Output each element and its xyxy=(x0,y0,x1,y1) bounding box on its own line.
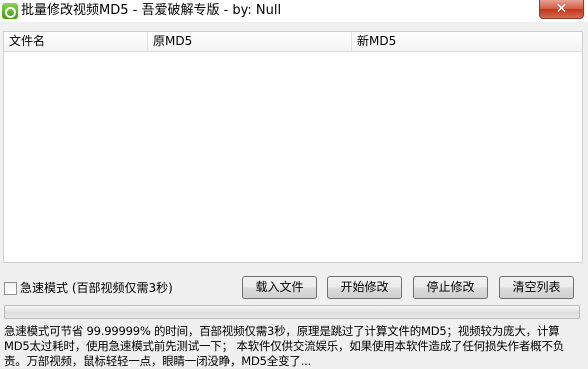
app-window: 批量修改视频MD5 - 吾爱破解专版 - by: Null ✕ 文件名 原MD5… xyxy=(0,0,588,369)
file-list[interactable]: 文件名 原MD5 新MD5 xyxy=(3,31,583,263)
list-body[interactable] xyxy=(4,52,582,262)
column-header-original-md5[interactable]: 原MD5 xyxy=(148,32,352,51)
progress-bar xyxy=(4,305,580,319)
load-files-button[interactable]: 载入文件 xyxy=(242,276,317,299)
list-header: 文件名 原MD5 新MD5 xyxy=(4,32,582,52)
start-modify-button[interactable]: 开始修改 xyxy=(327,276,402,299)
column-header-filename[interactable]: 文件名 xyxy=(4,32,148,51)
close-button[interactable]: ✕ xyxy=(539,0,584,19)
info-line: MD5太过耗时，使用急速模式前先测试一下； 本软件仅供交流娱乐，如果使用本软件造… xyxy=(4,339,565,353)
close-icon: ✕ xyxy=(555,1,568,17)
column-header-new-md5[interactable]: 新MD5 xyxy=(352,32,582,51)
stop-modify-button[interactable]: 停止修改 xyxy=(413,276,488,299)
clear-list-button[interactable]: 清空列表 xyxy=(499,276,574,299)
info-line: 急速模式可节省 99.99999% 的时间，百部视频仅需3秒，原理是跳过了计算文… xyxy=(4,324,560,338)
info-text: 急速模式可节省 99.99999% 的时间，百部视频仅需3秒，原理是跳过了计算文… xyxy=(4,324,584,368)
fast-mode-label[interactable]: 急速模式 (百部视频仅需3秒) xyxy=(20,280,173,296)
app-icon xyxy=(2,3,18,19)
window-title: 批量修改视频MD5 - 吾爱破解专版 - by: Null xyxy=(21,3,282,18)
title-bar[interactable]: 批量修改视频MD5 - 吾爱破解专版 - by: Null ✕ xyxy=(0,0,588,22)
info-line: 责。万部视频，鼠标轻轻一点，眼睛一闭没睁，MD5全变了... xyxy=(4,354,312,368)
fast-mode-checkbox[interactable] xyxy=(4,282,17,295)
